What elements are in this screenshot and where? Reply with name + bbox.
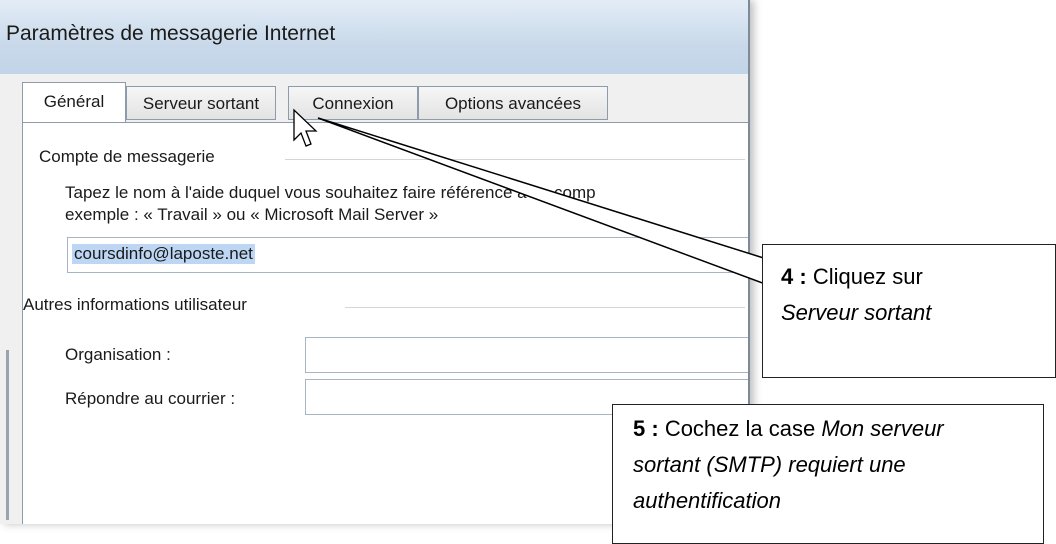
callout-step-4-number: 4 : <box>781 264 807 289</box>
callout-step-4-text: Cliquez sur <box>812 264 923 289</box>
mouse-cursor-icon <box>293 108 318 147</box>
callout-step-5-italic-2: sortant (SMTP) requiert une <box>633 452 906 477</box>
callout-step-5-number: 5 : <box>633 416 659 441</box>
callout-step-5: 5 : Cochez la case Mon serveur sortant (… <box>612 404 1044 544</box>
callout-step-5-italic-3: authentification <box>633 488 781 513</box>
callout-step-5-italic-1: Mon serveur <box>821 416 944 441</box>
callout-step-4: 4 : Cliquez sur Serveur sortant <box>762 244 1056 378</box>
callout-step-4-italic: Serveur sortant <box>781 300 932 325</box>
callout-step-5-text: Cochez la case <box>664 416 816 441</box>
